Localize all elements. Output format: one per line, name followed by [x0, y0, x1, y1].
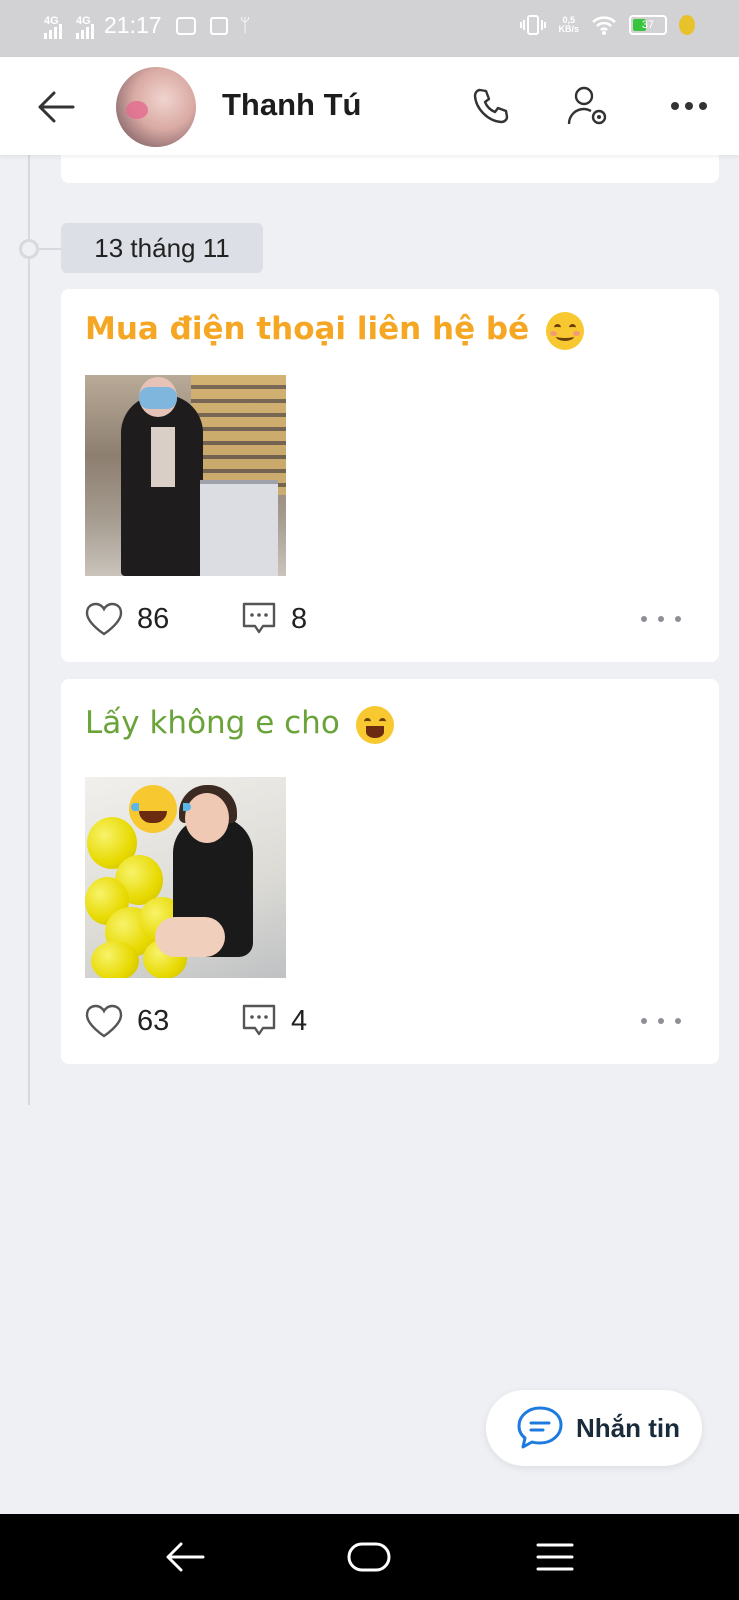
back-button[interactable] [34, 85, 78, 129]
timeline-dot [19, 239, 39, 259]
call-button[interactable] [466, 81, 516, 131]
contact-name[interactable]: Thanh Tú [222, 87, 361, 123]
like-count: 86 [137, 602, 170, 635]
post-more-button[interactable] [641, 605, 681, 633]
nav-back-icon [166, 1542, 205, 1572]
signal-icon: 4G [44, 13, 62, 39]
post-caption: Lấy không e cho [85, 705, 394, 744]
post-photo[interactable] [85, 777, 286, 978]
post-card[interactable]: Lấy không e cho 63 4 [61, 679, 719, 1064]
more-dots-icon [671, 102, 707, 110]
comment-icon [242, 1004, 276, 1036]
tears-of-joy-icon [355, 705, 394, 744]
like-count: 63 [137, 1004, 170, 1037]
tears-of-joy-sticker [129, 785, 191, 833]
net-speed: 0,5 KB/s [558, 16, 579, 34]
comment-count: 8 [291, 602, 308, 635]
date-label: 13 tháng 11 [61, 223, 263, 273]
post-actions: 86 8 [85, 597, 695, 641]
charging-icon [679, 15, 695, 35]
heart-icon [85, 1004, 123, 1038]
smiling-face-icon [545, 311, 584, 350]
comment-button[interactable]: 8 [241, 601, 307, 637]
nav-menu-button[interactable] [525, 1534, 585, 1580]
signal-label-2: 4G [76, 14, 91, 27]
comment-count: 4 [291, 1004, 308, 1037]
send-message-label: Nhắn tin [576, 1412, 680, 1443]
back-arrow-icon [38, 91, 75, 123]
post-caption-text: Lấy không e cho [85, 705, 340, 741]
timeline-connector [38, 248, 62, 250]
clock: 21:17 [104, 12, 162, 38]
profile-settings-button[interactable] [563, 81, 613, 131]
nav-home-icon [347, 1542, 391, 1572]
post-more-button[interactable] [641, 1007, 681, 1035]
system-nav-bar [0, 1514, 739, 1600]
like-button[interactable]: 86 [85, 602, 241, 636]
usb-icon: ᛘ [239, 15, 251, 35]
vibrate-icon [520, 15, 547, 35]
chat-bubble-icon [517, 1406, 563, 1449]
heart-icon [85, 602, 123, 636]
send-message-button[interactable]: Nhắn tin [486, 1390, 702, 1466]
net-speed-unit: KB/s [558, 24, 579, 34]
user-settings-icon [567, 86, 607, 125]
status-left: 4G 4G 21:17 ᛘ [44, 12, 250, 39]
post-caption-text: Mua điện thoại liên hệ bé [85, 311, 530, 347]
comment-icon [242, 602, 276, 634]
status-right: 0,5 KB/s 37 [520, 14, 695, 36]
post-card[interactable]: Mua điện thoại liên hệ bé 86 8 [61, 289, 719, 662]
post-actions: 63 4 [85, 999, 695, 1043]
avatar[interactable] [116, 67, 196, 147]
signal-label-1: 4G [44, 14, 59, 27]
more-options-button[interactable] [664, 81, 714, 131]
status-bar: 4G 4G 21:17 ᛘ 0,5 KB/s 37 [0, 0, 739, 57]
battery-icon: 37 [629, 15, 667, 35]
battery-level: 37 [641, 19, 655, 31]
nav-menu-icon [536, 1543, 574, 1571]
like-button[interactable]: 63 [85, 1004, 241, 1038]
previous-post-card[interactable] [61, 155, 719, 183]
post-photo[interactable] [85, 375, 286, 576]
wifi-icon [592, 16, 616, 35]
post-caption: Mua điện thoại liên hệ bé [85, 311, 584, 350]
comment-button[interactable]: 4 [241, 1003, 307, 1039]
signal-icon: 4G [76, 13, 94, 39]
phone-icon [473, 88, 509, 124]
chat-header: Thanh Tú [0, 57, 739, 155]
sim-icon [209, 16, 228, 35]
nav-home-button[interactable] [339, 1534, 399, 1580]
timeline-line [28, 155, 30, 1105]
zalo-icon [175, 16, 196, 35]
nav-back-button[interactable] [155, 1534, 215, 1580]
